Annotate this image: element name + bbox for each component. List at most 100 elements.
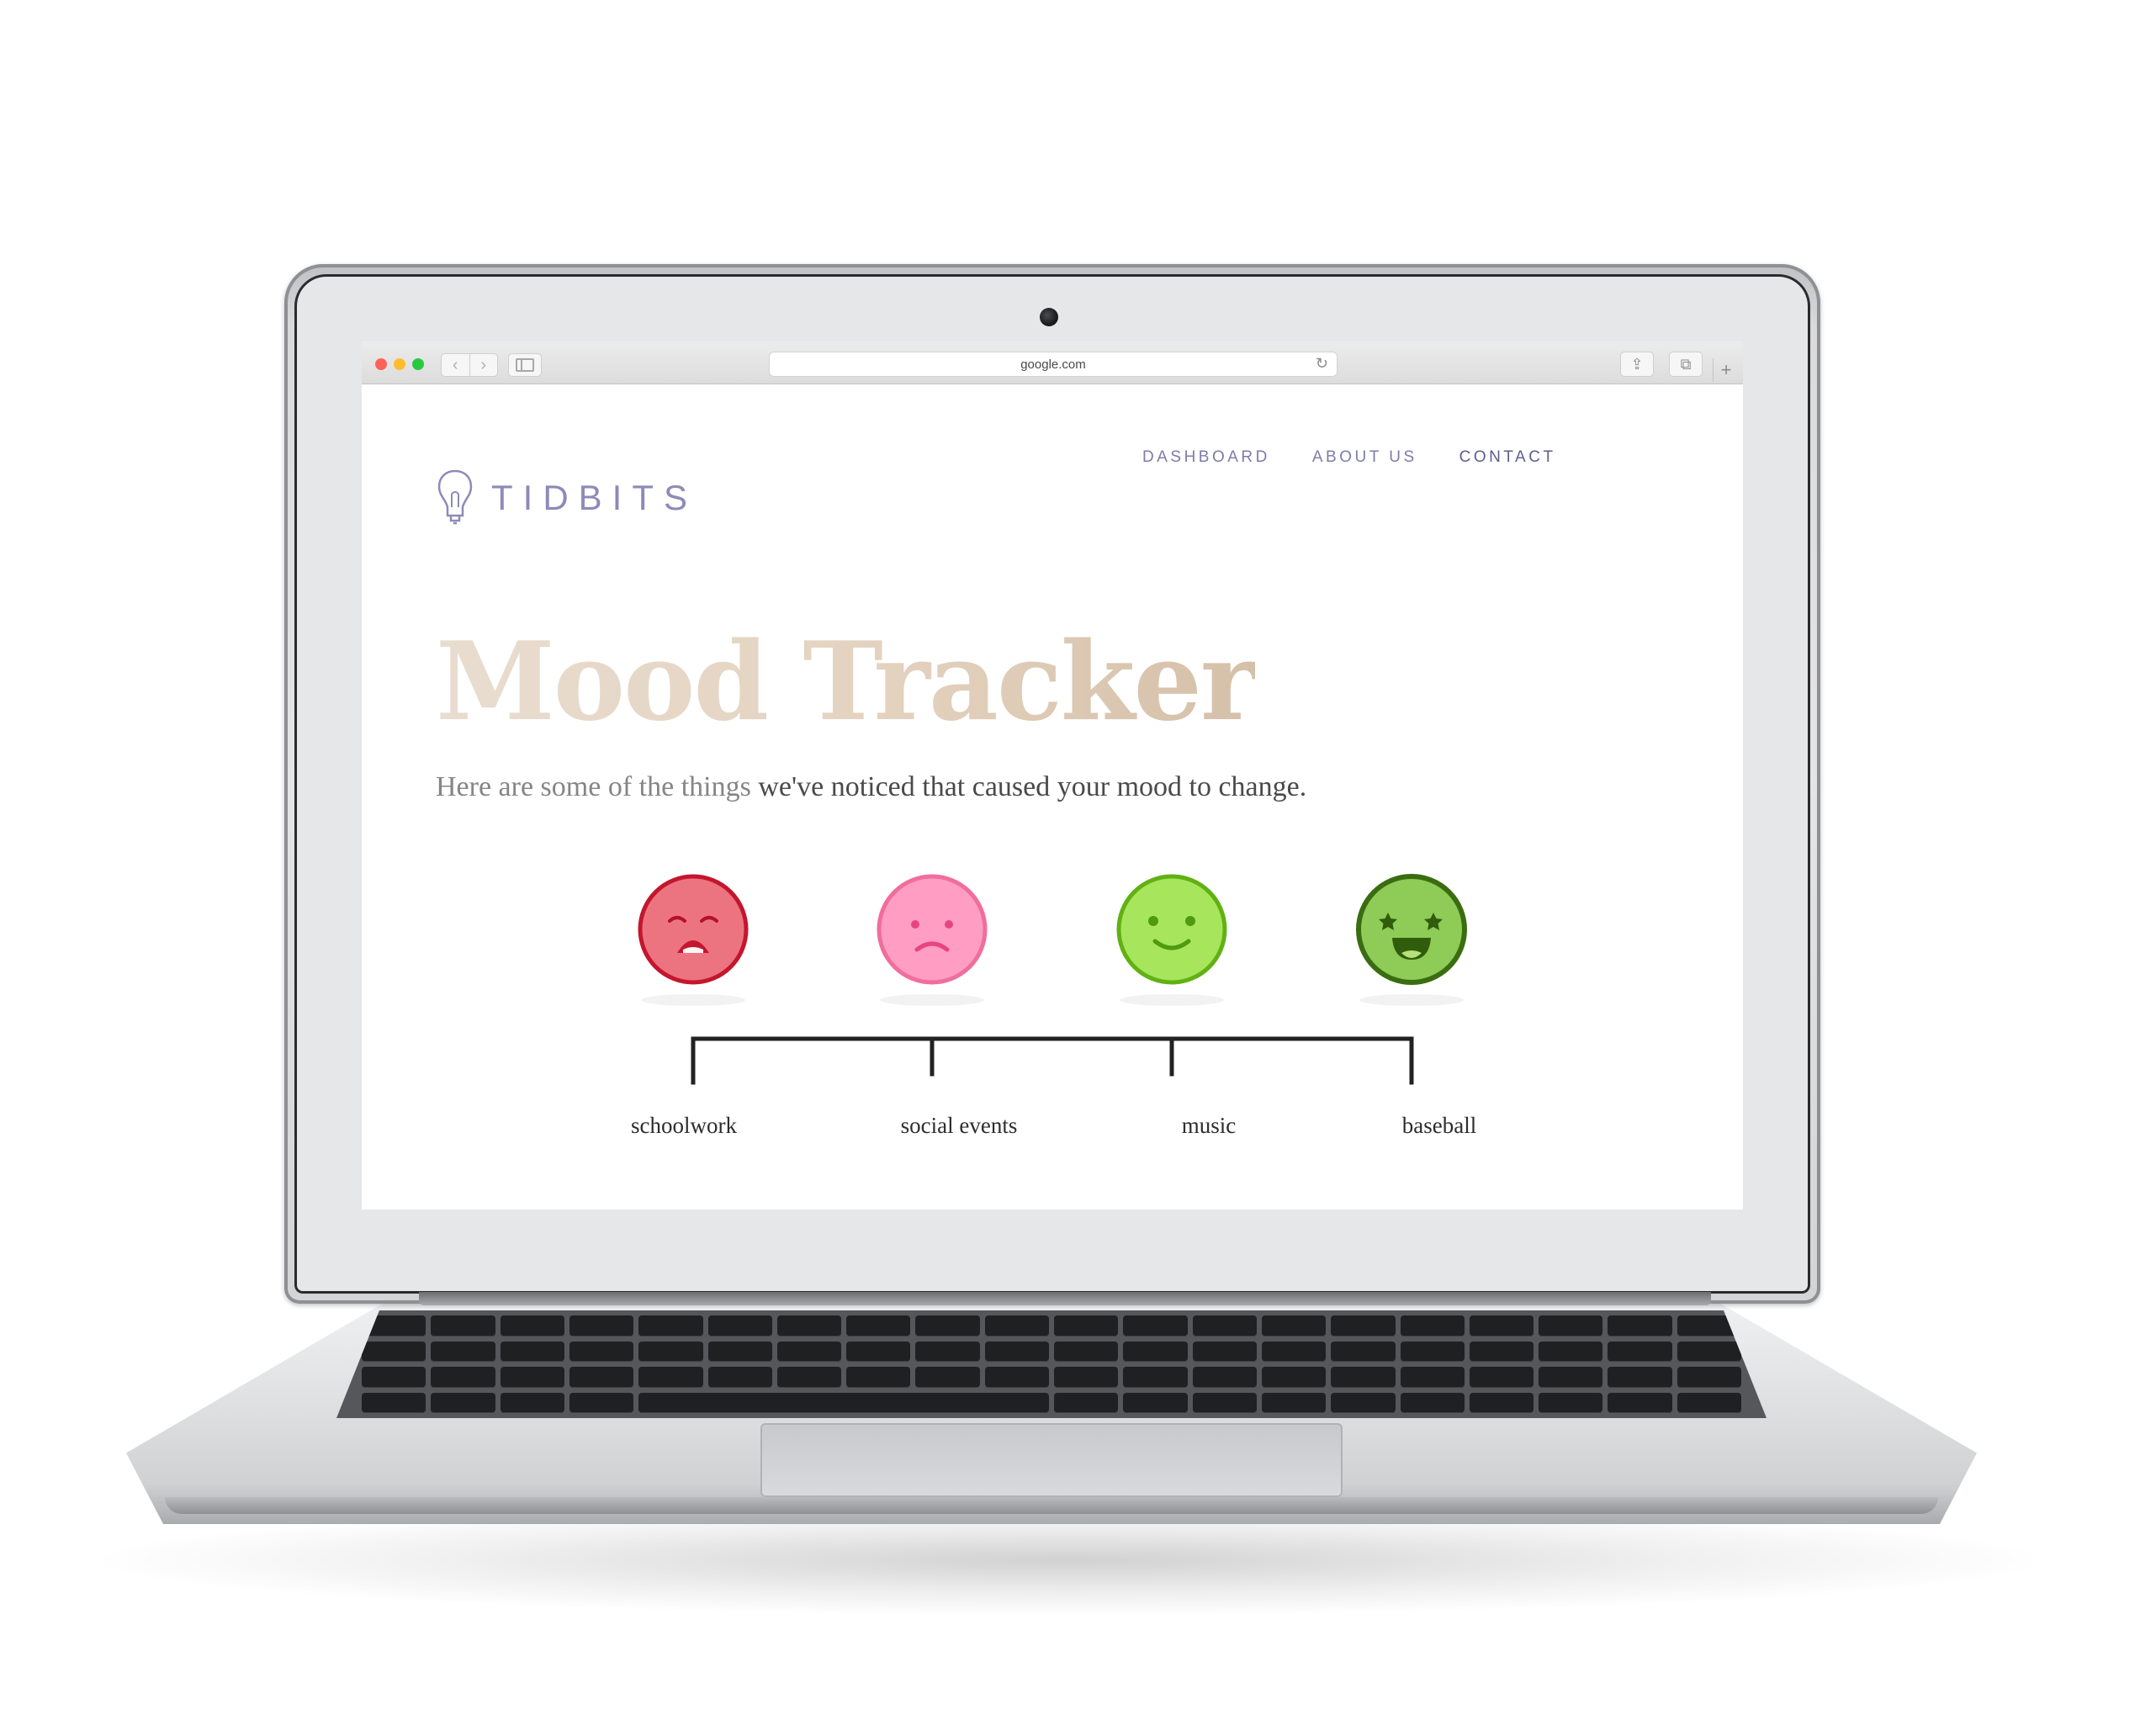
subtitle-lead: Here are some of the things (436, 771, 759, 802)
keyboard-key (1192, 1341, 1257, 1362)
keyboard-key (569, 1367, 634, 1388)
keyboard-key (500, 1392, 564, 1413)
keyboard-key (431, 1315, 495, 1336)
address-bar[interactable]: google.com ↻ (769, 352, 1338, 377)
mood-face-social-events[interactable] (875, 872, 989, 1007)
keyboard-key (1054, 1315, 1119, 1336)
main-nav: DASHBOARD ABOUT US CONTACT (1142, 448, 1556, 467)
lightbulb-icon (437, 469, 473, 525)
sidebar-icon (516, 358, 534, 372)
star-eyed-face-icon (1356, 874, 1467, 1006)
keyboard-key (1469, 1367, 1534, 1388)
keyboard-key (1608, 1367, 1672, 1388)
keyboard-key (638, 1315, 703, 1336)
mood-face-music[interactable] (1115, 872, 1229, 1007)
browser-toolbar: ‹ › google.com ↻ ⇪ ⧉ + (362, 341, 1743, 384)
url-text: google.com (1020, 357, 1086, 372)
keyboard-key (1469, 1341, 1534, 1362)
keyboard-key (1123, 1315, 1188, 1336)
keyboard-key (1539, 1341, 1603, 1362)
close-window-button[interactable] (375, 358, 387, 370)
keyboard-key (1539, 1367, 1603, 1388)
sidebar-toggle-button[interactable] (508, 353, 542, 377)
keyboard-key (707, 1367, 772, 1388)
keyboard-key (431, 1341, 495, 1362)
nav-about-us[interactable]: ABOUT US (1312, 448, 1417, 467)
keyboard-key (1261, 1315, 1327, 1336)
keyboard-key (776, 1315, 842, 1336)
keyboard-key (1400, 1367, 1465, 1388)
face-circle (1356, 874, 1467, 985)
keyboard (336, 1310, 1767, 1418)
page-subtitle: Here are some of the things we've notice… (436, 771, 1306, 803)
keyboard-key (1608, 1341, 1672, 1362)
keyboard-key (1192, 1367, 1257, 1388)
crying-face-icon (638, 874, 749, 1006)
mood-label-music: music (1181, 1113, 1237, 1138)
mood-label-schoolwork: schoolwork (631, 1113, 737, 1138)
browser-window: ‹ › google.com ↻ ⇪ ⧉ + TIDBITS DASHBOARD… (362, 341, 1743, 1209)
keyboard-key (638, 1341, 703, 1362)
keyboard-key (1469, 1392, 1534, 1413)
forward-button[interactable]: › (470, 354, 498, 376)
history-buttons: ‹ › (441, 353, 498, 377)
keyboard-key (1400, 1341, 1465, 1362)
keyboard-key (915, 1367, 980, 1388)
keyboard-key (1123, 1392, 1188, 1413)
keyboard-key (1331, 1315, 1396, 1336)
share-button[interactable]: ⇪ (1620, 352, 1654, 377)
keyboard-key (1123, 1367, 1188, 1388)
zoom-window-button[interactable] (412, 358, 424, 370)
share-icon: ⇪ (1630, 355, 1644, 373)
keyboard-key (915, 1315, 980, 1336)
keyboard-key (846, 1367, 911, 1388)
keyboard-key (1054, 1341, 1119, 1362)
smiling-face-icon (1116, 874, 1227, 1006)
keyboard-key (776, 1367, 842, 1388)
keyboard-key (1400, 1392, 1465, 1413)
keyboard-key (1331, 1367, 1396, 1388)
keyboard-key (569, 1341, 634, 1362)
keyboard-key (1677, 1341, 1741, 1362)
nav-dashboard[interactable]: DASHBOARD (1142, 448, 1270, 467)
mood-face-baseball[interactable] (1354, 872, 1469, 1007)
keyboard-key (846, 1341, 911, 1362)
new-tab-button[interactable]: + (1713, 358, 1739, 382)
keyboard-key (1608, 1392, 1672, 1413)
keyboard-key (1192, 1392, 1257, 1413)
keyboard-key (984, 1315, 1049, 1336)
mood-label-social-events: social events (900, 1113, 1018, 1138)
keyboard-key (362, 1341, 426, 1362)
nav-contact[interactable]: CONTACT (1459, 448, 1556, 467)
keyboard-key (362, 1367, 426, 1388)
keyboard-key (569, 1315, 634, 1336)
keyboard-key (1054, 1392, 1119, 1413)
reload-icon[interactable]: ↻ (1316, 355, 1328, 373)
face-circle (638, 874, 749, 985)
keyboard-key (362, 1392, 426, 1413)
keyboard-key (776, 1341, 842, 1362)
keyboard-key (569, 1392, 634, 1413)
keyboard-key (984, 1367, 1049, 1388)
laptop-hinge (419, 1292, 1711, 1305)
keyboard-key (846, 1315, 911, 1336)
plus-icon: + (1720, 359, 1732, 380)
keyboard-key (1677, 1392, 1741, 1413)
keyboard-key (1123, 1341, 1188, 1362)
tabs-icon: ⧉ (1680, 355, 1692, 373)
keyboard-key (1192, 1315, 1257, 1336)
keyboard-key (1261, 1341, 1327, 1362)
back-button[interactable]: ‹ (442, 354, 470, 376)
webcam-icon (1040, 308, 1058, 326)
keyboard-key (1608, 1315, 1672, 1336)
page-title: Mood Tracker (436, 619, 1257, 745)
trackpad (760, 1423, 1343, 1497)
face-circle (1116, 874, 1227, 985)
logo-wordmark: TIDBITS (491, 478, 698, 517)
show-tabs-button[interactable]: ⧉ (1669, 352, 1703, 377)
site-logo[interactable]: TIDBITS (436, 468, 697, 527)
minimize-window-button[interactable] (394, 358, 405, 370)
web-page: TIDBITS DASHBOARD ABOUT US CONTACT Mood … (362, 384, 1743, 1209)
subtitle-rest: we've noticed that caused your mood to c… (758, 771, 1307, 802)
mood-face-schoolwork[interactable] (636, 872, 750, 1007)
